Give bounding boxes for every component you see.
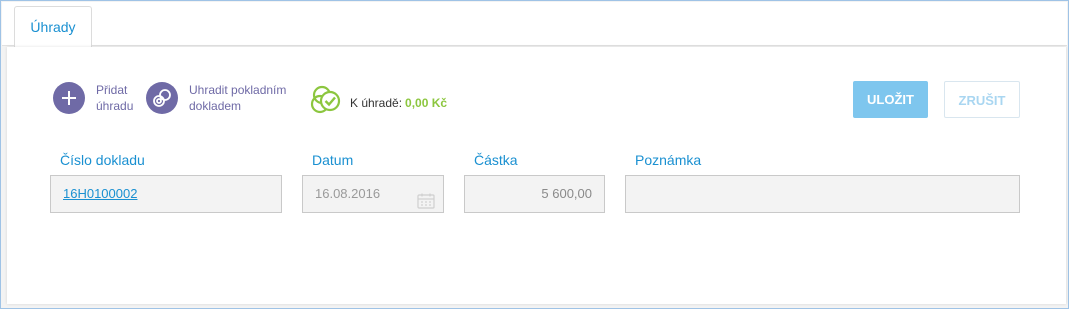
date-field[interactable]: 16.08.2016 [302,175,444,213]
amount-due-status: K úhradě: 0,00 Kč [310,84,447,121]
amount-field[interactable]: 5 600,00 [464,175,605,213]
document-number-link[interactable]: 16H0100002 [63,186,137,201]
note-label: Poznámka [635,152,702,168]
note-field[interactable] [625,175,1020,213]
cancel-button[interactable]: ZRUŠIT [944,81,1020,118]
document-number-label: Číslo dokladu [60,152,145,168]
plus-icon [53,82,85,114]
amount-due-value: 0,00 Kč [405,95,448,110]
document-number-field: 16H0100002 [50,175,282,213]
paid-check-icon [310,84,342,121]
calendar-icon[interactable] [417,187,435,223]
payments-window: Úhrady [0,0,1069,309]
amount-label: Částka [474,152,518,168]
pay-by-cash-receipt-button[interactable]: Uhradit pokladním dokladem [146,82,286,114]
tab-payments[interactable]: Úhrady [14,6,92,47]
save-button[interactable]: ULOŽIT [853,81,928,118]
date-label: Datum [312,152,354,168]
date-value: 16.08.2016 [315,186,381,201]
coins-icon [146,82,178,114]
pay-by-cash-receipt-label: Uhradit pokladním dokladem [189,83,287,113]
amount-due-label: K úhradě: [350,95,403,110]
tab-bar: Úhrady [2,2,1067,47]
add-payment-label: Přidat úhradu [96,83,134,113]
add-payment-button[interactable]: Přidat úhradu [53,82,133,114]
